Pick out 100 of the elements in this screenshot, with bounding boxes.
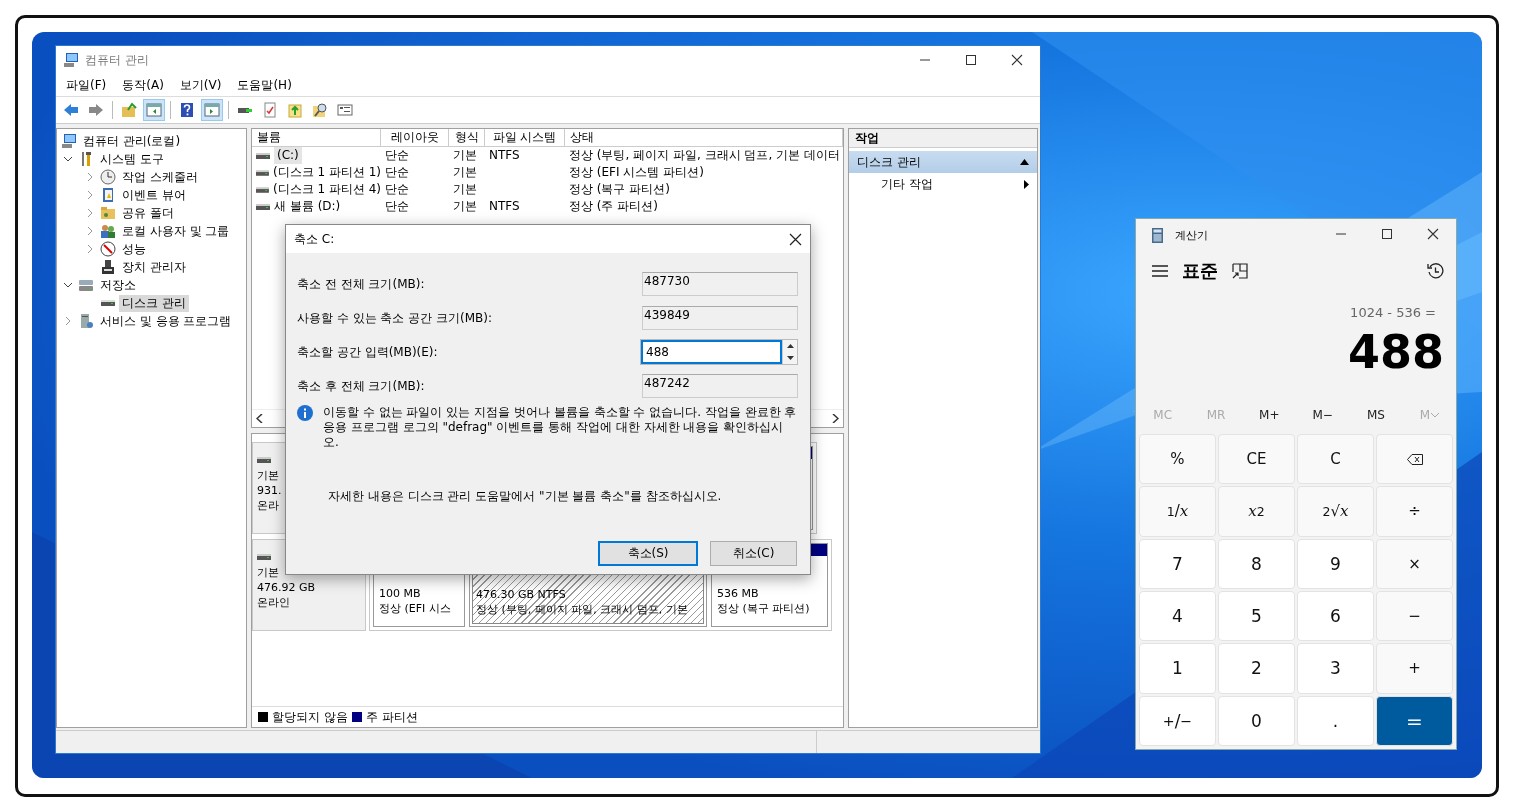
memory-button[interactable]: M− [1312,408,1333,422]
calculator-key[interactable]: 7 [1139,538,1216,589]
tree-item[interactable]: 작업 스케줄러 [119,168,201,186]
readonly-field: 487242 [642,374,798,398]
close-icon[interactable] [1426,227,1440,240]
calculator-key[interactable]: 5 [1218,591,1295,642]
table-cell[interactable]: (C:) [274,147,302,164]
close-icon[interactable] [789,232,802,246]
tree-item[interactable]: 로컬 사용자 및 그룹 [119,222,233,240]
folder-up-icon [121,102,137,118]
column-header[interactable]: 상태 [565,129,843,147]
field-label: 사용할 수 있는 축소 공간 크기(MB): [297,309,493,327]
drive-icon [257,456,271,464]
calculator-key[interactable]: CE [1218,434,1295,485]
collapse-triangle-icon [1020,159,1029,165]
backspace-icon [1406,453,1423,465]
device-icon [100,259,116,275]
tree-item[interactable]: 서비스 및 응용 프로그램 [97,312,235,330]
menu-item[interactable]: 동작(A) [114,74,172,96]
calculator-key[interactable]: % [1139,434,1216,485]
legend-label: 주 파티션 [365,708,418,726]
result-display: 488 [1346,324,1445,380]
pane-toggle-icon [146,102,162,118]
tree-item[interactable]: 저장소 [97,276,139,294]
calculator-key[interactable]: 1 [1139,643,1216,694]
tree-item[interactable]: 시스템 도구 [97,150,167,168]
tree-item[interactable]: 이벤트 뷰어 [119,186,189,204]
field-label: 축소할 공간 입력(MB)(E): [297,343,438,361]
search-icon [312,102,328,118]
spin-up-icon[interactable] [782,340,797,352]
table-cell: 정상 (EFI 시스템 파티션) [569,164,704,181]
dialog-button[interactable]: 취소(C) [710,541,797,566]
keep-on-top-icon[interactable] [1232,263,1248,279]
calculator-key[interactable]: − [1376,591,1453,642]
calculator-key[interactable]: 9 [1297,538,1374,589]
partition-size: 536 MB [717,586,760,601]
calculator-key[interactable]: 8 [1218,538,1295,589]
memory-button[interactable]: M+ [1259,408,1280,422]
spin-down-icon[interactable] [782,352,797,364]
readonly-field: 487730 [642,272,798,296]
calculator-key[interactable]: ÷ [1376,486,1453,537]
menu-item[interactable]: 보기(V) [171,74,230,96]
scroll-right-icon[interactable] [832,414,839,423]
legend-label: 할당되지 않음 [272,708,348,726]
tree-item[interactable]: 장치 관리자 [119,258,189,276]
scroll-left-icon[interactable] [256,414,263,423]
book-icon [100,187,116,203]
tree-item[interactable]: 디스크 관리 [119,294,189,312]
column-header[interactable]: 형식 [449,129,485,147]
calculator-key[interactable]: = [1376,695,1453,746]
help-text: 자세한 내용은 디스크 관리 도움말에서 "기본 볼륨 축소"를 참조하십시오. [328,488,723,505]
calculator-key[interactable]: 6 [1297,591,1374,642]
table-cell[interactable]: (디스크 1 파티션 1) [272,164,381,181]
maximize-icon[interactable] [1380,227,1394,240]
menu-item[interactable]: 도움말(H) [229,74,300,96]
table-cell[interactable]: 새 볼륨 (D:) [274,198,341,215]
calculator-key[interactable]: 0 [1218,695,1295,746]
calculator-key[interactable]: 3 [1297,643,1374,694]
tree-item[interactable]: 컴퓨터 관리(로컬) [80,132,184,150]
memory-button[interactable]: MS [1367,408,1385,422]
calculator-key[interactable]: 2 [1218,643,1295,694]
maximize-icon[interactable] [964,54,978,66]
tree-item[interactable]: 성능 [119,240,149,258]
menu-icon[interactable] [1152,265,1168,277]
collapse-chevron-icon[interactable] [61,280,75,290]
calculator-key[interactable]: 4 [1139,591,1216,642]
info-icon [297,405,313,421]
collapse-chevron-icon[interactable] [61,154,75,164]
drive-icon [256,151,270,160]
table-cell[interactable]: (디스크 1 파티션 4) [272,181,381,198]
submenu-triangle-icon [1024,179,1029,189]
action-item[interactable]: 기타 작업 [849,173,1037,195]
input-field[interactable]: 488 [640,339,798,365]
calculator-key[interactable]: × [1376,538,1453,589]
table-cell: 단순 [385,181,409,198]
menu-item[interactable]: 파일(F) [58,74,115,96]
close-icon[interactable] [1010,54,1024,66]
history-icon[interactable] [1427,262,1444,280]
table-cell: 단순 [385,198,409,215]
table-cell: 기본 [453,198,477,215]
calculator-key[interactable]: + [1376,643,1453,694]
disk-info: 기본 [257,565,279,580]
calculator-key[interactable]: C [1297,434,1374,485]
drive-icon [257,553,271,561]
window-title: 컴퓨터 관리 [85,51,150,69]
table-cell: 정상 (복구 파티션) [569,181,670,198]
table-cell: 기본 [453,164,477,181]
back-arrow-icon [63,102,79,118]
tree-item[interactable]: 공유 폴더 [119,204,177,222]
pane-toggle-icon [204,102,220,118]
column-header[interactable]: 레이아웃 [381,129,449,147]
action-section[interactable]: 디스크 관리 [849,151,1037,173]
partition-status: 정상 (EFI 시스 [379,601,452,616]
calculator-key[interactable]: . [1297,695,1374,746]
column-header[interactable]: 파일 시스템 [485,129,565,147]
dialog-button[interactable]: 축소(S) [598,541,698,566]
info-text: 이동할 수 없는 파일이 있는 지점을 벗어나 볼륨을 축소할 수 없습니다. 작업을 완료한 후 응용 프로그램 로그의 "defrag" 이벤트를 통해 작업에 대한 자세한 내용을 확인하십시오. [323,405,797,450]
drive-icon [78,277,94,293]
gauge-icon [100,241,116,257]
chevron-icon [1431,412,1439,418]
